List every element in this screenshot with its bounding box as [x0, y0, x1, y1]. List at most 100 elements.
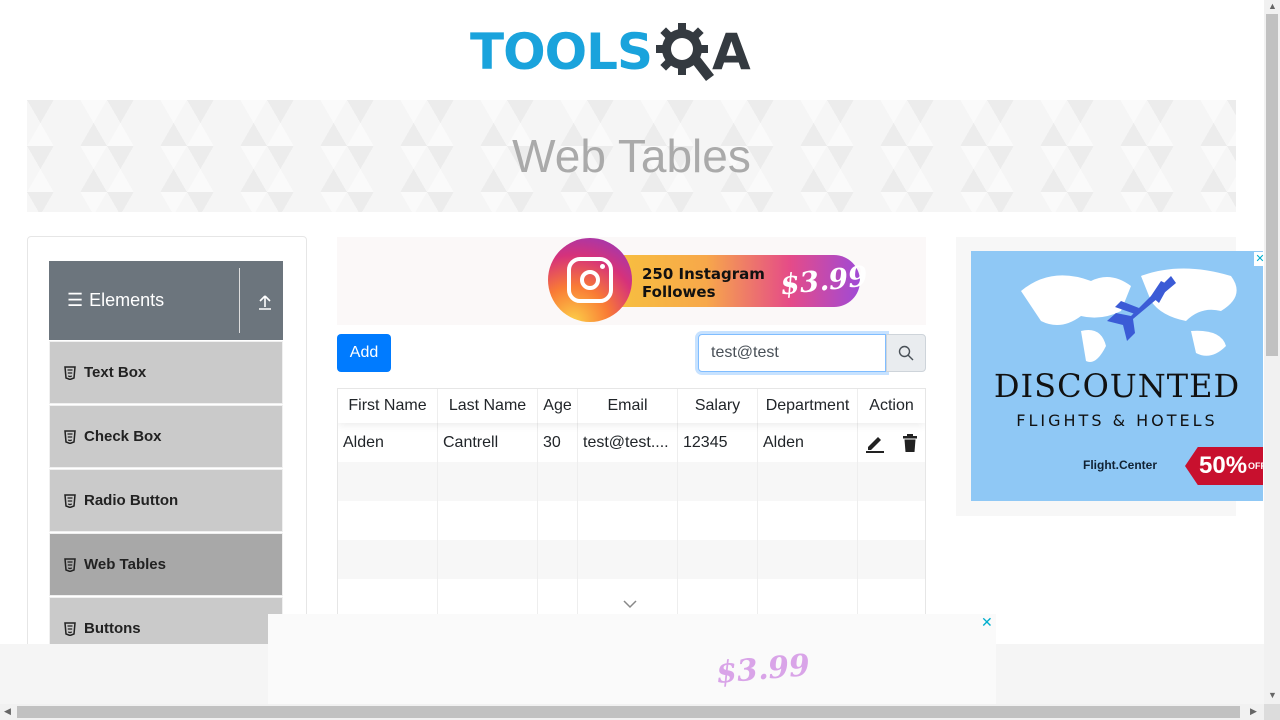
page-title: Web Tables [512, 130, 751, 182]
html5-icon [64, 365, 76, 380]
table-cell [338, 501, 438, 540]
table-cell [678, 501, 758, 540]
table-cell [338, 462, 438, 501]
column-header[interactable]: Salary [678, 389, 758, 423]
scroll-left-icon[interactable]: ◀ [4, 706, 11, 717]
ad-brand: Flight.Center [1083, 458, 1157, 472]
table-cell [758, 462, 858, 501]
gear-magnifier-icon [656, 23, 714, 81]
html5-icon [64, 557, 76, 572]
world-map-plane-icon [1021, 268, 1237, 362]
table-cell: 12345 [678, 423, 758, 462]
ad-headline: DISCOUNTED [993, 367, 1241, 405]
search-button[interactable] [886, 334, 926, 372]
bottom-ad-price: $3.99 [714, 647, 812, 692]
table-cell [538, 579, 578, 618]
column-header[interactable]: Email [578, 389, 678, 423]
edit-icon[interactable] [865, 433, 885, 453]
sidebar-item-web-tables[interactable]: Web Tables [49, 533, 283, 596]
sidebar-item-label: Web Tables [84, 556, 166, 573]
html5-icon [64, 493, 76, 508]
sidebar-item-label: Radio Button [84, 492, 179, 509]
horizontal-scroll-thumb[interactable] [17, 706, 1240, 718]
ad-subline: FLIGHTS & HOTELS [1016, 411, 1218, 430]
table-cell [858, 462, 925, 501]
scroll-up-icon[interactable]: ▲ [1268, 1, 1277, 11]
table-cell [858, 423, 925, 462]
table-cell [338, 579, 438, 618]
delete-icon[interactable] [901, 433, 919, 453]
menu-icon: ☰ [67, 290, 84, 310]
discount-value: 50% [1199, 452, 1248, 479]
column-header[interactable]: Age [538, 389, 578, 423]
chevron-down-icon[interactable] [622, 598, 638, 610]
bottom-ad[interactable]: $3.99 [268, 614, 996, 704]
table-row [338, 462, 925, 501]
table-row: Alden Cantrell 30 test@test.... 12345 Alden [338, 423, 925, 462]
table-cell [338, 540, 438, 579]
ad-text-line2: Followes [642, 283, 716, 301]
table-cell [758, 579, 858, 618]
ad-text: 250 Instagram Followes [642, 265, 782, 301]
table-cell [858, 579, 925, 618]
sidebar-item-label: Buttons [84, 620, 141, 637]
vertical-scroll-thumb[interactable] [1266, 14, 1278, 356]
table-cell [758, 540, 858, 579]
web-table: First Name Last Name Age Email Salary Departm… [337, 388, 926, 620]
html5-icon [64, 621, 76, 636]
sidebar-item-radio-button[interactable]: Radio Button [49, 469, 283, 532]
table-cell: Cantrell [438, 423, 538, 462]
table-header: First Name Last Name Age Email Salary Departm… [338, 389, 925, 423]
divider [239, 268, 240, 333]
flight-ad[interactable]: DISCOUNTED FLIGHTS & HOTELS Flight.Cente… [971, 251, 1263, 501]
table-cell [438, 579, 538, 618]
table-cell: test@test.... [578, 423, 678, 462]
table-cell [678, 540, 758, 579]
table-cell [578, 540, 678, 579]
html5-icon [64, 429, 76, 444]
column-header[interactable]: Action [858, 389, 925, 423]
discount-tag: 50%OFF [1185, 447, 1263, 485]
table-cell: 30 [538, 423, 578, 462]
table-cell [538, 462, 578, 501]
ad-text-line1: 250 Instagram [642, 265, 765, 283]
sidebar-item-label: Text Box [84, 364, 147, 381]
search-input[interactable] [698, 334, 886, 372]
table-cell: Alden [758, 423, 858, 462]
table-cell [438, 501, 538, 540]
table-cell [578, 501, 678, 540]
page-banner: Web Tables [27, 100, 1236, 212]
discount-off: OFF [1248, 461, 1263, 471]
sidebar-group-elements[interactable]: ☰ Elements [49, 261, 283, 340]
toolsqa-logo[interactable]: TOOLS A [470, 14, 800, 90]
column-header[interactable]: First Name [338, 389, 438, 423]
table-cell [438, 540, 538, 579]
table-cell [538, 540, 578, 579]
table-cell [678, 462, 758, 501]
add-button[interactable]: Add [337, 334, 391, 372]
table-cell: Alden [338, 423, 438, 462]
instagram-ad[interactable]: 250 Instagram Followes $3.99 [548, 238, 869, 322]
table-cell [858, 540, 925, 579]
sidebar-item-check-box[interactable]: Check Box [49, 405, 283, 468]
column-header[interactable]: Department [758, 389, 858, 423]
scrollbar-corner [1264, 704, 1280, 720]
table-cell [438, 462, 538, 501]
table-row [338, 501, 925, 540]
logo-text: TOOLS [470, 23, 653, 81]
sidebar-item-text-box[interactable]: Text Box [49, 341, 283, 404]
logo-suffix: A [712, 23, 751, 81]
upload-icon[interactable] [256, 293, 274, 311]
search-icon [898, 345, 914, 361]
table-cell [578, 462, 678, 501]
scroll-right-icon[interactable]: ▶ [1250, 706, 1257, 717]
column-header[interactable]: Last Name [438, 389, 538, 423]
table-cell [758, 501, 858, 540]
instagram-icon [548, 238, 632, 322]
scroll-down-icon[interactable]: ▼ [1268, 690, 1277, 700]
sidebar-item-label: Check Box [84, 428, 162, 445]
table-cell [858, 501, 925, 540]
close-bottom-ad-icon[interactable]: ✕ [981, 614, 995, 630]
table-cell [538, 501, 578, 540]
sidebar-group-label: Elements [89, 290, 165, 310]
